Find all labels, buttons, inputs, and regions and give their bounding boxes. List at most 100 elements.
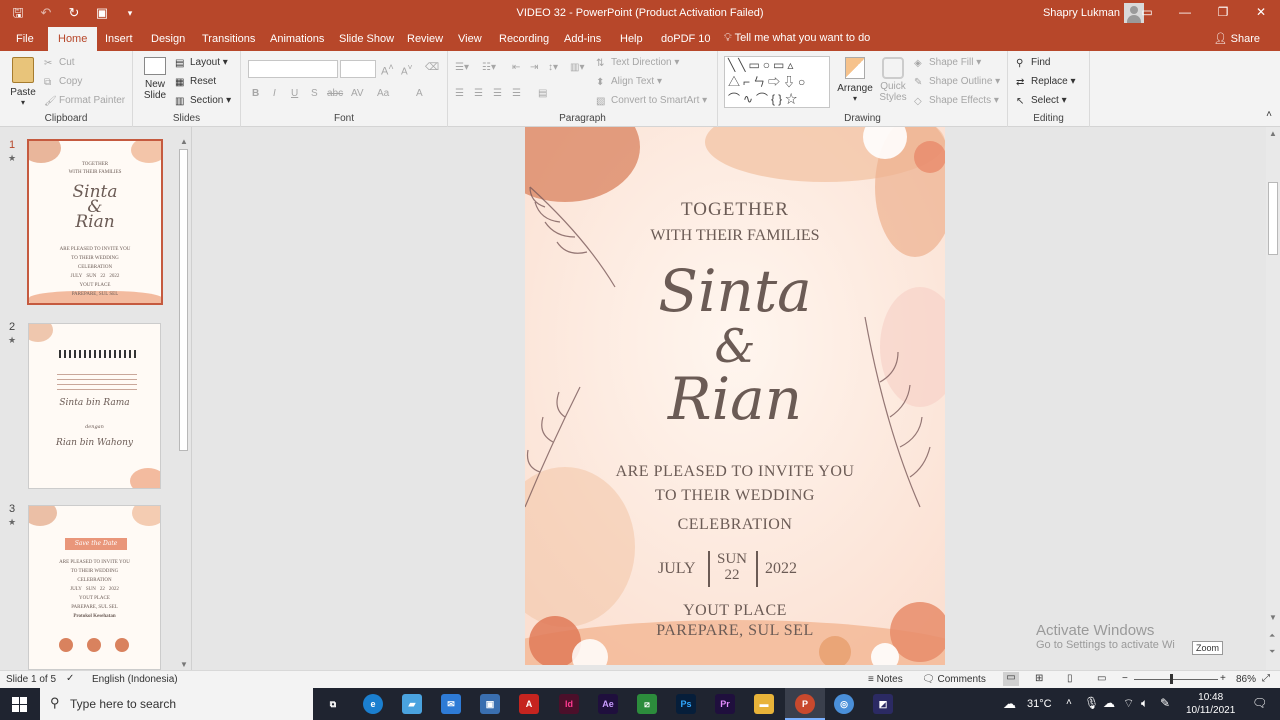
tab-view[interactable]: View: [450, 31, 490, 51]
invite-line-2[interactable]: TO THEIR WEDDING: [525, 487, 945, 505]
quick-styles-button[interactable]: Quick Styles: [876, 57, 910, 103]
arrange-button[interactable]: Arrange ▾: [836, 57, 874, 103]
groom-bride-name-2[interactable]: Rian: [525, 370, 945, 428]
temperature[interactable]: 31°C: [1027, 698, 1052, 710]
microphone-icon[interactable]: 🎙︎: [1084, 696, 1099, 710]
fit-to-window-icon[interactable]: ⤢: [1262, 673, 1270, 684]
tell-me-search[interactable]: 💡︎ Tell me what you want to do: [724, 32, 870, 45]
font-name-field[interactable]: [248, 60, 338, 78]
venue-line-1[interactable]: YOUT PLACE: [525, 602, 945, 620]
user-name[interactable]: Shapry Lukman: [1043, 7, 1120, 19]
edge-icon[interactable]: e: [363, 694, 383, 714]
powerpoint-icon[interactable]: P: [795, 694, 815, 714]
photos-icon[interactable]: ▰: [402, 694, 422, 714]
mail-icon[interactable]: ✉: [441, 694, 461, 714]
indesign-icon[interactable]: Id: [559, 694, 579, 714]
zoom-level[interactable]: 86%: [1236, 674, 1256, 685]
format-painter-button[interactable]: 🖌︎ Format Painter: [44, 95, 125, 107]
change-case-button[interactable]: Aa: [377, 88, 389, 99]
tab-insert[interactable]: Insert: [97, 31, 141, 51]
char-spacing-button[interactable]: AV: [351, 88, 364, 99]
zoom-slider-thumb[interactable]: [1170, 674, 1173, 684]
shape-fill-button[interactable]: ◈ Shape Fill ▾: [914, 57, 981, 69]
tab-animations[interactable]: Animations: [262, 31, 332, 51]
zoom-in-icon[interactable]: +: [1220, 673, 1226, 684]
thumbnail-scrollbar[interactable]: ▲ ▼: [178, 137, 190, 669]
acrobat-icon[interactable]: A: [519, 694, 539, 714]
decrease-indent-icon[interactable]: ⇤: [512, 62, 520, 73]
numbering-icon[interactable]: ☷▾: [482, 62, 496, 73]
align-left-icon[interactable]: ☰: [455, 88, 464, 99]
section-button[interactable]: ▥ Section ▾: [175, 95, 231, 107]
tab-review[interactable]: Review: [399, 31, 451, 51]
select-button[interactable]: ↖ Select ▾: [1016, 95, 1067, 107]
slide-sorter-icon[interactable]: ⊞: [1035, 673, 1043, 684]
previous-slide-icon[interactable]: ⏶: [1269, 631, 1275, 641]
bold-button[interactable]: B: [252, 88, 259, 99]
next-slide-icon[interactable]: ⏷: [1269, 647, 1275, 657]
tray-chevron-icon[interactable]: ˄: [1066, 697, 1072, 708]
shape-effects-button[interactable]: ◇ Shape Effects ▾: [914, 95, 999, 107]
file-explorer-icon[interactable]: ▬: [754, 694, 774, 714]
clear-formatting-icon[interactable]: ⌫: [425, 62, 439, 73]
photoshop-icon[interactable]: Ps: [676, 694, 696, 714]
shapes-gallery[interactable]: ╲╲▭○▭▵ △⌐ㄣ⇨⇩○ ⌒∿⌒{}☆: [724, 56, 830, 108]
smartart-button[interactable]: ▧ Convert to SmartArt ▾: [596, 95, 707, 107]
ribbon-display-icon[interactable]: ▭: [1128, 0, 1166, 27]
scroll-down-icon[interactable]: ▼: [1269, 613, 1277, 622]
comments-button[interactable]: 🗨︎ Comments: [922, 674, 986, 685]
strikethrough-button[interactable]: abc: [327, 88, 343, 99]
cut-button[interactable]: ✂ Cut: [44, 57, 75, 69]
normal-view-icon[interactable]: ▭: [1003, 672, 1019, 686]
font-size-field[interactable]: [340, 60, 376, 78]
scrollbar-thumb[interactable]: [1268, 182, 1278, 255]
columns-icon[interactable]: ▥▾: [570, 62, 584, 73]
notes-button[interactable]: ≡ Notes: [868, 674, 903, 685]
underline-button[interactable]: U: [291, 88, 298, 99]
shadow-button[interactable]: S: [311, 88, 318, 99]
wifi-icon[interactable]: ⌔: [1123, 696, 1134, 711]
clock[interactable]: 10:48 10/11/2021: [1186, 691, 1235, 717]
tab-recording[interactable]: Recording: [491, 31, 557, 51]
scrollbar-thumb[interactable]: [179, 149, 188, 451]
replace-button[interactable]: ⇄ Replace ▾: [1016, 76, 1076, 88]
reset-button[interactable]: ▦ Reset: [175, 76, 216, 88]
spreadsheet-icon[interactable]: ⧄: [637, 694, 657, 714]
bullets-icon[interactable]: ☰▾: [455, 62, 469, 73]
date-block[interactable]: JULY SUN 22 2022: [658, 551, 808, 589]
find-button[interactable]: ⚲ Find: [1016, 57, 1050, 69]
tab-help[interactable]: Help: [612, 31, 651, 51]
tab-slide-show[interactable]: Slide Show: [331, 31, 402, 51]
groom-bride-name-1[interactable]: Sinta: [525, 262, 945, 320]
spell-check-icon[interactable]: ✓︎: [66, 673, 74, 684]
slide-thumbnail-2[interactable]: Sinta bin Rama dengan Rian bin Wahony: [28, 323, 161, 489]
tab-design[interactable]: Design: [143, 31, 193, 51]
premiere-icon[interactable]: Pr: [715, 694, 735, 714]
cloud-icon[interactable]: ☁: [1103, 696, 1115, 710]
increase-indent-icon[interactable]: ⇥: [530, 62, 538, 73]
align-right-icon[interactable]: ☰: [493, 88, 502, 99]
tab-add-ins[interactable]: Add-ins: [556, 31, 609, 51]
collapse-ribbon-icon[interactable]: ˄: [1266, 109, 1272, 120]
close-icon[interactable]: ✕: [1242, 0, 1280, 27]
align-center-icon[interactable]: ☰: [474, 88, 483, 99]
layout-button[interactable]: ▤ Layout ▾: [175, 57, 228, 69]
scroll-up-icon[interactable]: ▲: [180, 137, 188, 146]
language-indicator[interactable]: English (Indonesia): [92, 674, 178, 685]
reading-view-icon[interactable]: ▯: [1067, 673, 1073, 684]
decrease-font-icon[interactable]: A˅: [401, 62, 413, 77]
invite-line-3[interactable]: CELEBRATION: [525, 516, 945, 534]
weather-icon[interactable]: ☁: [1003, 696, 1016, 712]
slide-thumbnail-3[interactable]: Save the Date ARE PLEASED TO INVITE YOU …: [28, 505, 161, 670]
slide-heading-together[interactable]: TOGETHER: [525, 199, 945, 221]
zoom-slider[interactable]: [1134, 679, 1218, 680]
justify-icon[interactable]: ☰: [512, 88, 521, 99]
slide-heading-families[interactable]: WITH THEIR FAMILIES: [525, 227, 945, 245]
invite-line-1[interactable]: ARE PLEASED TO INVITE YOU: [525, 463, 945, 481]
copy-button[interactable]: ⧉ Copy: [44, 76, 82, 88]
increase-font-icon[interactable]: A˄: [381, 62, 394, 78]
slide-thumbnail-1[interactable]: TOGETHER WITH THEIR FAMILIES Sinta & Ria…: [27, 139, 163, 305]
notifications-icon[interactable]: 🗨︎: [1252, 696, 1267, 710]
paste-button[interactable]: Paste ▾: [6, 57, 40, 107]
distribute-icon[interactable]: ▤: [538, 88, 547, 99]
